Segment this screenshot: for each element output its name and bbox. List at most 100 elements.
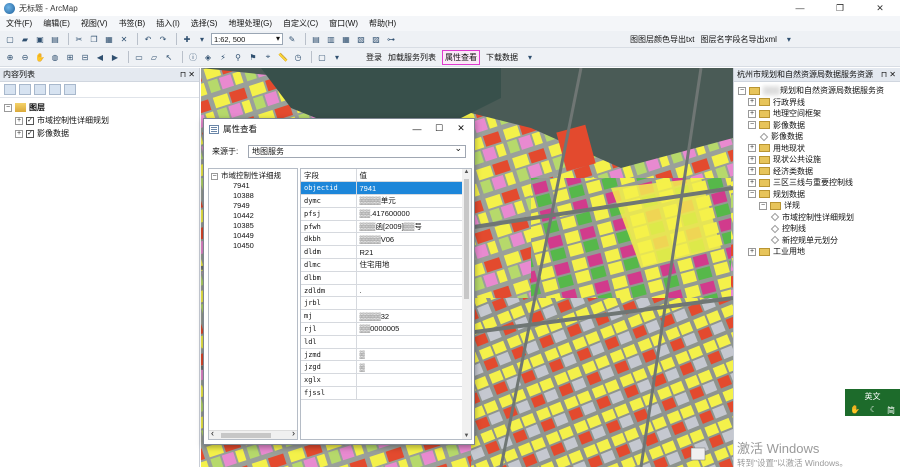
collapse-icon[interactable]: − — [759, 201, 767, 210]
toolbar-options-icon[interactable]: ▾ — [783, 34, 795, 45]
ime-mode[interactable]: 简 — [887, 405, 895, 416]
catalog-icon[interactable]: ▥ — [325, 34, 337, 45]
zoom-out-icon[interactable]: ⊖ — [19, 52, 31, 63]
table-row[interactable]: dlmc 住宅用地 — [301, 258, 464, 272]
layer-item[interactable]: + ✓ 影像数据 — [4, 127, 195, 140]
find-route-icon[interactable]: ⚑ — [247, 52, 259, 63]
toc-options-icon[interactable] — [64, 84, 76, 95]
table-row[interactable]: zdldm. — [301, 284, 464, 298]
table-row[interactable]: dldm R21 — [301, 245, 464, 260]
source-select[interactable]: 地图服务 — [248, 143, 466, 158]
table-row[interactable]: jrbl — [301, 296, 464, 311]
table-row[interactable]: xglx — [301, 373, 464, 388]
menu-insert[interactable]: 插入(I) — [156, 18, 180, 29]
collapse-icon[interactable]: − — [748, 121, 756, 130]
print-icon[interactable]: ▤ — [49, 34, 61, 45]
collapse-icon[interactable]: − — [4, 103, 12, 112]
zoom-in-icon[interactable]: ⊕ — [4, 52, 16, 63]
download-data-button[interactable]: 下载数据 — [486, 52, 518, 63]
scroll-down-icon[interactable]: ▼ — [462, 433, 471, 439]
catalog-pin-close[interactable]: ⊓ ✕ — [881, 70, 896, 79]
menu-geoprocessing[interactable]: 地理处理(G) — [228, 18, 272, 29]
scroll-thumb[interactable] — [221, 433, 271, 438]
layer-root[interactable]: − 图层 — [4, 101, 195, 114]
search-window-icon[interactable]: ▦ — [340, 34, 352, 45]
table-row[interactable]: mj ▒▒▒▒32 — [301, 309, 464, 324]
html-popup-icon[interactable]: ◈ — [202, 52, 214, 63]
expand-icon[interactable]: + — [748, 167, 756, 176]
save-icon[interactable]: ▣ — [34, 34, 46, 45]
catalog-item[interactable]: − 详规 — [738, 200, 896, 212]
layer-visibility-checkbox[interactable]: ✓ — [26, 129, 34, 138]
table-row[interactable]: ldl — [301, 335, 464, 349]
menu-bookmarks[interactable]: 书签(B) — [119, 18, 146, 29]
forward-extent-icon[interactable]: ▶ — [109, 52, 121, 63]
open-folder-icon[interactable]: ▰ — [19, 34, 31, 45]
redo-icon[interactable]: ↷ — [157, 34, 169, 45]
layer-visibility-checkbox[interactable]: ✓ — [26, 116, 34, 125]
expand-icon[interactable]: + — [748, 109, 756, 118]
back-extent-icon[interactable]: ◀ — [94, 52, 106, 63]
feature-id-item[interactable]: 10442 — [211, 211, 295, 221]
create-viewer-icon[interactable]: ▢ — [316, 52, 328, 63]
table-row[interactable]: pfwh ▒▒▒函[2009]▒▒号 — [301, 220, 464, 234]
maximize-button[interactable]: ❐ — [820, 0, 860, 16]
attribute-view-button[interactable]: 属性查看 — [442, 49, 480, 65]
ime-language[interactable]: 英文 — [865, 391, 881, 402]
close-button[interactable]: ✕ — [860, 0, 900, 16]
menu-help[interactable]: 帮助(H) — [369, 18, 396, 29]
catalog-item[interactable]: 控制线 — [738, 223, 896, 235]
table-row[interactable]: jzgd ▒ — [301, 360, 464, 375]
vertical-scrollbar[interactable]: ▲ ▼ — [462, 169, 471, 439]
feature-id-item[interactable]: 7949 — [211, 201, 295, 211]
clear-selection-icon[interactable]: ▱ — [148, 52, 160, 63]
catalog-item[interactable]: 市域控制性详细规划 — [738, 212, 896, 224]
paste-icon[interactable]: ▦ — [103, 34, 115, 45]
table-row[interactable]: rjl ▒▒0000005 — [301, 322, 464, 336]
fixed-zoom-in-icon[interactable]: ⊞ — [64, 52, 76, 63]
goto-xy-icon[interactable]: ⌖ — [262, 52, 274, 63]
model-builder-icon[interactable]: ⊶ — [385, 34, 397, 45]
copy-icon[interactable]: ❐ — [88, 34, 100, 45]
cut-icon[interactable]: ✂ — [73, 34, 85, 45]
select-elements-icon[interactable]: ↖ — [163, 52, 175, 63]
expand-icon[interactable]: + — [748, 247, 756, 256]
identify-icon[interactable]: ⓘ — [187, 52, 199, 63]
menu-windows[interactable]: 窗口(W) — [329, 18, 358, 29]
feature-id-item[interactable]: 10450 — [211, 241, 295, 251]
catalog-item[interactable]: + 三区三线与重要控制线 — [738, 177, 896, 189]
collapse-icon[interactable]: − — [738, 86, 746, 95]
feature-tree-root[interactable]: − 市域控制性详细规 — [211, 171, 295, 181]
feature-id-item[interactable]: 10385 — [211, 221, 295, 231]
map-scale-input[interactable]: 1:62, 500 — [211, 33, 283, 45]
list-by-selection-icon[interactable] — [49, 84, 61, 95]
select-features-icon[interactable]: ▭ — [133, 52, 145, 63]
expand-icon[interactable]: + — [748, 144, 756, 153]
collapse-icon[interactable]: − — [748, 190, 756, 199]
measure-icon[interactable]: 📏 — [277, 52, 289, 63]
list-by-source-icon[interactable] — [19, 84, 31, 95]
catalog-item[interactable]: + 行政界线 — [738, 97, 896, 109]
collapse-icon[interactable]: − — [211, 172, 218, 180]
python-window-icon[interactable]: ▨ — [370, 34, 382, 45]
arctoolbox-icon[interactable]: ▧ — [355, 34, 367, 45]
export-layer-field-button[interactable]: 图层名字段名导出xml — [700, 34, 776, 45]
pan-hand-icon[interactable]: ✋ — [34, 52, 46, 63]
catalog-item[interactable]: + 工业用地 — [738, 246, 896, 258]
toolbar-options-icon[interactable]: ▾ — [331, 52, 343, 63]
catalog-root[interactable]: − ▒▒▒ 规划和自然资源局数据服务资 — [738, 85, 896, 97]
dialog-maximize-button[interactable]: ☐ — [428, 121, 450, 136]
table-row[interactable]: dkbh ▒▒▒▒V06 — [301, 232, 464, 247]
export-layer-color-button[interactable]: 图图层颜色导出txt — [630, 34, 694, 45]
add-data-icon[interactable]: ✚ — [181, 34, 193, 45]
table-of-contents-icon[interactable]: ▤ — [310, 34, 322, 45]
hyperlink-icon[interactable]: ⚡ — [217, 52, 229, 63]
catalog-item[interactable]: 影像数据 — [738, 131, 896, 143]
catalog-item[interactable]: + 用地现状 — [738, 143, 896, 155]
new-document-icon[interactable]: ▢ — [4, 34, 16, 45]
column-header-value[interactable]: 值 — [356, 169, 464, 183]
column-header-field[interactable]: 字段 — [301, 169, 357, 183]
scroll-up-icon[interactable]: ▲ — [462, 169, 471, 175]
expand-icon[interactable]: + — [748, 98, 756, 107]
menu-view[interactable]: 视图(V) — [81, 18, 108, 29]
